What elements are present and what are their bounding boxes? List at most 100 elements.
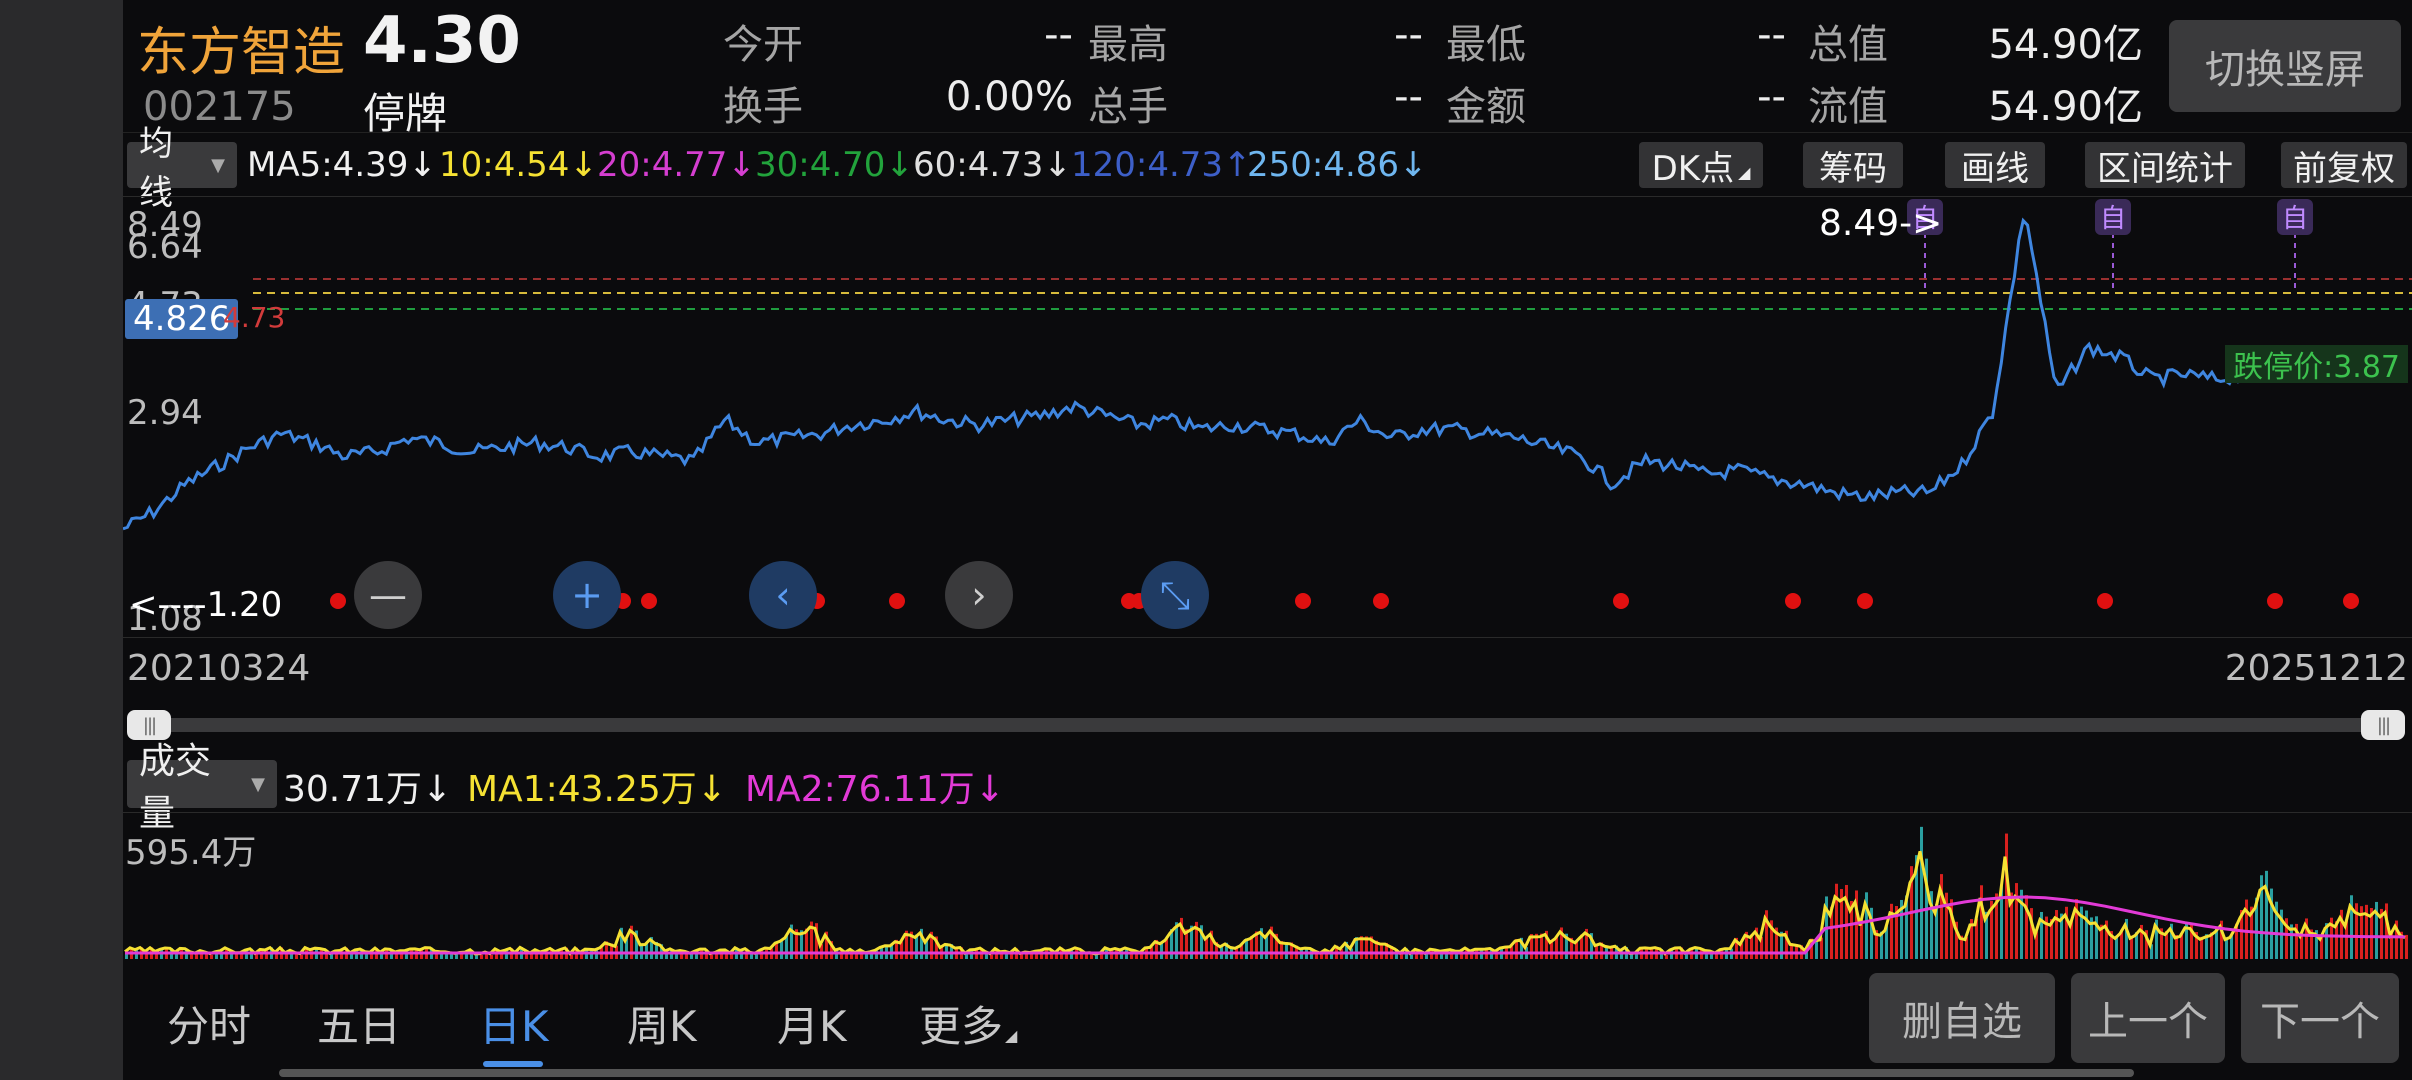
volume-bar: [2265, 870, 2268, 959]
previous-stock-button[interactable]: 上一个: [2071, 973, 2225, 1063]
stock-price: 4.30: [363, 4, 521, 78]
volume-bar: [970, 950, 973, 959]
high-price-marker: 8.49->: [1819, 203, 1943, 244]
tab-weekly-k[interactable]: 周K: [627, 993, 697, 1054]
ma20-value: 20:4.77↓: [597, 145, 756, 185]
volume-bar: [1635, 954, 1638, 959]
quote-high: 最高 --: [1088, 12, 1423, 68]
price-line: [123, 217, 2406, 531]
quote-float-value: 流值 54.90亿: [1808, 74, 2143, 130]
volume-bar: [1095, 954, 1098, 959]
signal-dot[interactable]: [2097, 593, 2113, 609]
signal-dot[interactable]: [641, 593, 657, 609]
volume-bar: [210, 954, 213, 959]
ma5-value: MA5:4.39↓: [247, 145, 437, 185]
ma-selector-dropdown[interactable]: 均线 ▼: [127, 124, 237, 213]
forward-adjust-button[interactable]: 前复权: [2281, 142, 2407, 189]
volume-bar: [595, 950, 598, 959]
range-stats-button[interactable]: 区间统计: [2085, 142, 2245, 189]
chevron-left-icon[interactable]: ‹: [749, 561, 817, 629]
chips-button[interactable]: 筹码: [1803, 142, 1903, 189]
volume-bar: [490, 954, 493, 959]
volume-bar: [1010, 953, 1013, 959]
range-slider-right-handle[interactable]: |||: [2361, 710, 2405, 740]
active-tab-indicator: [483, 1061, 543, 1067]
volume-current: 30.71万↓: [283, 769, 453, 810]
quote-label: 今开: [723, 22, 803, 68]
home-indicator: [279, 1069, 2134, 1077]
volume-selector-dropdown[interactable]: 成交量 ▼: [127, 741, 277, 834]
dk-point-label: DK点: [1651, 148, 1735, 189]
quote-amount: 金额 --: [1446, 74, 1786, 130]
volume-bar: [480, 954, 483, 959]
volume-bar: [710, 954, 713, 959]
corner-triangle-icon: ◢: [1005, 1026, 1018, 1045]
volume-chart[interactable]: 595.4万: [123, 812, 2412, 959]
quote-low: 最低 --: [1446, 12, 1786, 68]
volume-bar: [195, 954, 198, 959]
volume-bar: [255, 954, 258, 959]
quote-label: 总值: [1808, 22, 1888, 68]
signal-dot[interactable]: [1295, 593, 1311, 609]
date-end: 20251212: [2224, 648, 2408, 689]
tab-more[interactable]: 更多 ◢: [919, 993, 1017, 1054]
tab-more-label: 更多: [919, 1002, 1004, 1051]
quote-label: 换手: [723, 84, 803, 130]
volume-bar: [1400, 953, 1403, 959]
volume-bar: [330, 954, 333, 959]
volume-bar: [1665, 954, 1668, 959]
signal-dot[interactable]: [1613, 593, 1629, 609]
chevron-right-icon[interactable]: ›: [945, 561, 1013, 629]
volume-chart-svg: [124, 826, 2408, 959]
signal-dot[interactable]: [889, 593, 905, 609]
self-marker-label: 自: [2100, 204, 2126, 234]
current-price-tag: 4.826: [125, 299, 239, 339]
signal-dot[interactable]: [330, 593, 346, 609]
ma-indicator-bar: 均线 ▼ MA5:4.39↓ 10:4.54↓ 20:4.77↓ 30:4.70↓…: [123, 124, 2412, 213]
y-axis-label: 6.64: [127, 227, 203, 267]
quote-value: 0.00%: [945, 74, 1073, 120]
tab-intraday[interactable]: 分时: [167, 993, 251, 1054]
quote-volume: 总手 --: [1088, 74, 1423, 130]
quote-value: --: [1044, 12, 1073, 58]
signal-dot[interactable]: [1373, 593, 1389, 609]
volume-bar: [990, 954, 993, 959]
next-stock-button[interactable]: 下一个: [2241, 973, 2399, 1063]
plus-icon[interactable]: +: [553, 561, 621, 629]
quote-value: --: [1757, 74, 1786, 120]
price-chart-svg: 自自自: [123, 199, 2412, 609]
tab-five-day[interactable]: 五日: [317, 993, 401, 1054]
limit-down-price: 跌停价:3.87: [2225, 345, 2408, 385]
compress-icon[interactable]: ⤡: [1141, 561, 1209, 629]
volume-bar: [475, 954, 478, 959]
minus-icon[interactable]: —: [354, 561, 422, 629]
dk-point-button[interactable]: DK点 ◢: [1639, 142, 1763, 189]
caret-down-icon: ▼: [251, 773, 265, 795]
y-axis-label: 2.94: [127, 393, 203, 433]
signal-dot[interactable]: [1857, 593, 1873, 609]
volume-ma2: MA2:76.11万↓: [745, 769, 1005, 810]
signal-dot[interactable]: [1785, 593, 1801, 609]
tab-daily-k[interactable]: 日K: [479, 993, 549, 1054]
quote-value: --: [1757, 12, 1786, 58]
period-tabs: 分时 五日 日K 周K 月K 更多 ◢ 删自选 上一个 下一个: [123, 965, 2412, 1080]
volume-bar: [1715, 954, 1718, 959]
left-gutter: [0, 0, 123, 1080]
volume-bar: [690, 954, 693, 959]
range-slider-track[interactable]: [133, 718, 2403, 732]
volume-bar: [1020, 954, 1023, 959]
volume-bar: [1320, 954, 1323, 959]
quote-label: 流值: [1808, 84, 1888, 130]
signal-dot[interactable]: [2267, 593, 2283, 609]
price-chart[interactable]: 自自自 8.49 6.64 4.73 2.94 1.08 4.826 4.73 …: [123, 196, 2412, 639]
ma-price-tag: 4.73: [223, 301, 286, 334]
tab-monthly-k[interactable]: 月K: [777, 993, 847, 1054]
volume-bar: [1410, 954, 1413, 959]
remove-watchlist-button[interactable]: 删自选: [1869, 973, 2055, 1063]
signal-dot[interactable]: [2343, 593, 2359, 609]
switch-portrait-button[interactable]: 切换竖屏: [2169, 20, 2401, 112]
date-start: 20210324: [127, 648, 311, 689]
volume-bar: [1835, 883, 1838, 959]
draw-line-button[interactable]: 画线: [1945, 142, 2045, 189]
volume-bar: [1920, 826, 1923, 959]
